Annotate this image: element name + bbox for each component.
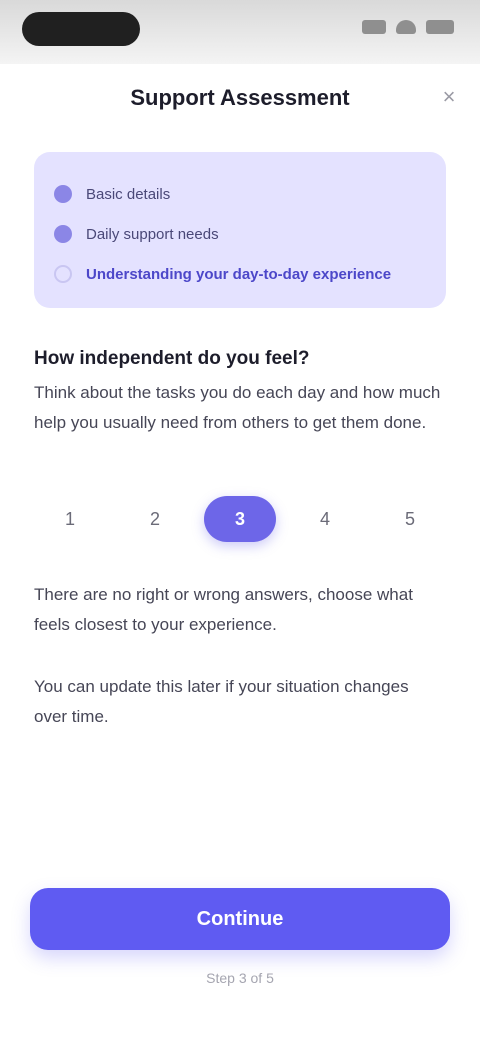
continue-button[interactable]: Continue xyxy=(30,888,450,950)
signal-icon xyxy=(362,20,386,34)
progress-card: Basic details Daily support needs Unders… xyxy=(34,152,446,308)
status-bar xyxy=(0,0,480,64)
progress-step-current: Understanding your day-to-day experience xyxy=(54,254,426,294)
rating-option-4[interactable]: 4 xyxy=(289,496,361,542)
step-complete-icon xyxy=(54,225,72,243)
step-label: Daily support needs xyxy=(86,225,219,243)
rating-selector: 1 2 3 4 5 xyxy=(34,492,446,546)
step-current-icon xyxy=(54,265,72,283)
step-complete-icon xyxy=(54,185,72,203)
info-text: You can update this later if your situat… xyxy=(34,677,409,726)
progress-step: Daily support needs xyxy=(54,214,426,254)
step-label: Understanding your day-to-day experience xyxy=(86,265,392,283)
rating-option-3[interactable]: 3 xyxy=(204,496,276,542)
page-title: Support Assessment xyxy=(130,85,350,110)
status-icons xyxy=(362,20,454,34)
battery-icon xyxy=(426,20,454,34)
status-time xyxy=(22,12,140,46)
question-heading: How independent do you feel? xyxy=(34,348,310,369)
wifi-icon xyxy=(396,20,416,34)
header: Support Assessment × xyxy=(0,70,480,130)
close-button[interactable]: × xyxy=(432,80,466,114)
rating-option-5[interactable]: 5 xyxy=(374,496,446,542)
progress-step: Basic details xyxy=(54,174,426,214)
info-text: There are no right or wrong answers, cho… xyxy=(34,585,413,634)
question-body: Think about the tasks you do each day an… xyxy=(34,383,441,432)
rating-option-2[interactable]: 2 xyxy=(119,496,191,542)
close-icon: × xyxy=(442,84,456,109)
rating-option-1[interactable]: 1 xyxy=(34,496,106,542)
step-label: Basic details xyxy=(86,185,171,203)
step-counter: Step 3 of 5 xyxy=(206,970,274,986)
